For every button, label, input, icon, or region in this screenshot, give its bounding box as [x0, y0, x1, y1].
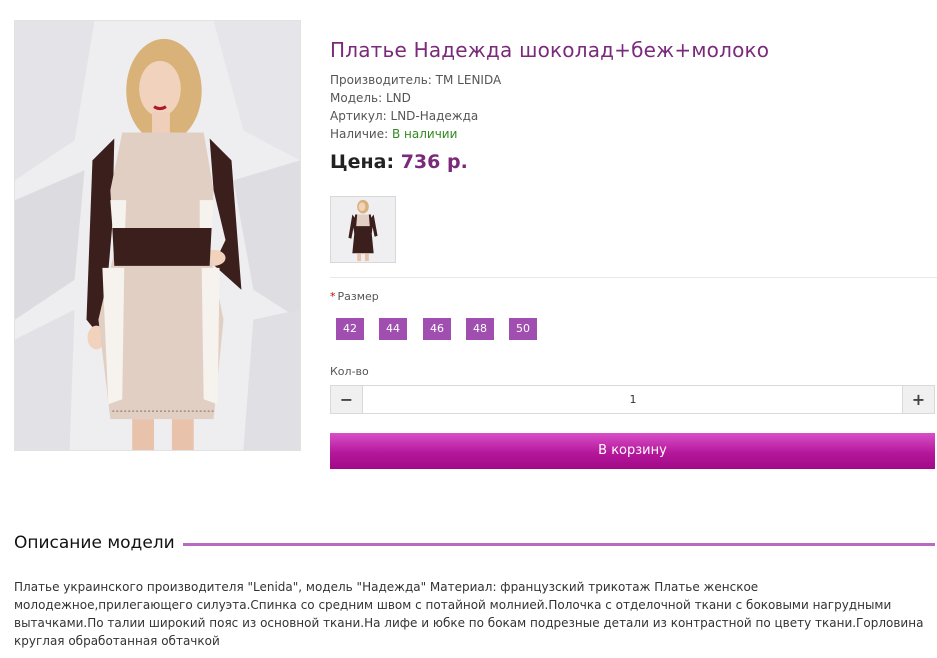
description-text: Платье украинского производителя "Lenida…	[14, 580, 924, 648]
model-value: LND	[386, 91, 411, 105]
model-label: Модель:	[330, 91, 383, 105]
dress-thumbnail-illustration	[331, 197, 395, 262]
required-mark: *	[330, 290, 336, 303]
availability-row: Наличие: В наличии	[330, 127, 457, 141]
size-label-text: Размер	[337, 290, 379, 303]
quantity-decrease-button[interactable]: −	[331, 386, 363, 413]
quantity-increase-button[interactable]: +	[902, 386, 934, 413]
options-divider	[330, 277, 937, 278]
dress-photo-illustration	[15, 21, 300, 450]
manufacturer-value[interactable]: TM LENIDA	[436, 73, 502, 87]
description-heading: Описание модели	[14, 533, 183, 553]
product-main-image[interactable]	[14, 20, 301, 451]
quantity-stepper: − +	[330, 385, 935, 414]
price-label: Цена:	[330, 151, 395, 173]
product-thumbnail[interactable]	[330, 196, 396, 263]
size-option-48[interactable]: 48	[466, 318, 494, 340]
size-option-44[interactable]: 44	[379, 318, 407, 340]
quantity-input[interactable]	[363, 386, 903, 413]
model-row: Модель: LND	[330, 91, 411, 105]
sku-label: Артикул:	[330, 109, 387, 123]
size-option-42[interactable]: 42	[336, 318, 364, 340]
price-value: 736 р.	[400, 151, 468, 173]
add-to-cart-button[interactable]: В корзину	[330, 433, 935, 469]
manufacturer-label: Производитель:	[330, 73, 432, 87]
size-label: * Размер	[330, 290, 379, 303]
quantity-label: Кол-во	[330, 365, 369, 378]
sku-row: Артикул: LND-Надежда	[330, 109, 478, 123]
size-option-50[interactable]: 50	[509, 318, 537, 340]
availability-status: В наличии	[392, 127, 458, 141]
product-title: Платье Надежда шоколад+беж+молоко	[330, 38, 770, 62]
size-option-46[interactable]: 46	[423, 318, 451, 340]
description-heading-rule	[178, 543, 935, 546]
price-row: Цена: 736 р.	[330, 151, 468, 173]
availability-label: Наличие:	[330, 127, 389, 141]
manufacturer-row: Производитель: TM LENIDA	[330, 73, 501, 87]
sku-value: LND-Надежда	[390, 109, 479, 123]
